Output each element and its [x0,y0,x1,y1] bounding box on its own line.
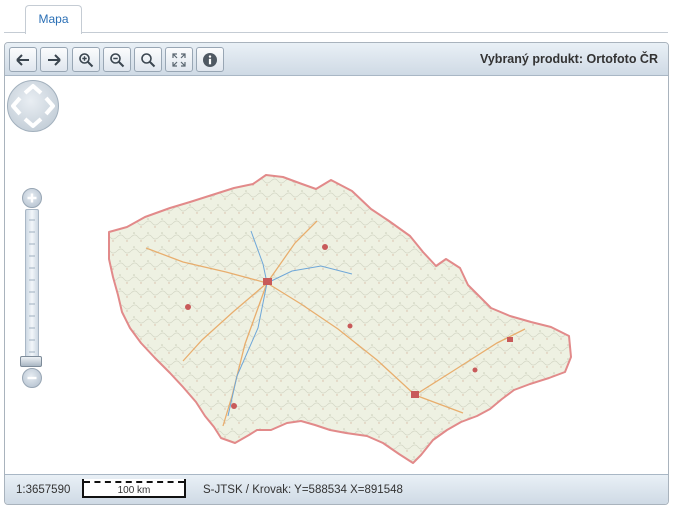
forward-button[interactable] [40,47,68,72]
coordinates-readout: S-JTSK / Krovak: Y=588534 X=891548 [203,484,403,496]
zoom-slider-handle[interactable] [20,356,42,367]
scale-ratio: 1:3657590 [16,484,71,496]
map-toolbar: Vybraný produkt: Ortofoto ČR [5,43,668,76]
arrow-right-icon [48,53,61,66]
zoom-box-button[interactable] [134,47,162,72]
map-panel: Vybraný produkt: Ortofoto ČR 1:3657590 1… [4,42,669,505]
tab-mapa[interactable]: Mapa [25,5,82,34]
tab-bar: Mapa [0,0,674,34]
minus-icon [27,376,37,380]
arrow-left-icon [16,53,29,66]
full-extent-button[interactable] [165,47,193,72]
magnifier-icon [141,52,156,67]
zoom-in-icon [79,52,94,67]
zoom-minus-button[interactable] [22,368,42,388]
zoom-slider-track[interactable] [25,209,39,367]
czech-republic-map [108,174,572,464]
back-button[interactable] [9,47,37,72]
selected-product-label: Vybraný produkt: Ortofoto ČR [479,52,658,66]
scale-bar-line [84,481,184,483]
zoom-out-button[interactable] [103,47,131,72]
info-icon [203,52,217,67]
map-view[interactable] [5,76,668,474]
zoom-out-icon [110,52,125,67]
zoom-plus-button[interactable] [22,188,42,208]
plus-icon [27,193,37,203]
status-bar: 1:3657590 100 km S-JTSK / Krovak: Y=5885… [5,474,668,504]
pan-control[interactable] [7,80,59,132]
scale-bar-label: 100 km [117,485,151,496]
tab-divider [4,32,668,33]
map-canvas[interactable] [5,76,668,474]
expand-icon [172,52,186,67]
info-button[interactable] [196,47,224,72]
scale-bar: 100 km [82,479,186,498]
zoom-in-button[interactable] [72,47,100,72]
pan-arrows-icon [11,84,55,128]
